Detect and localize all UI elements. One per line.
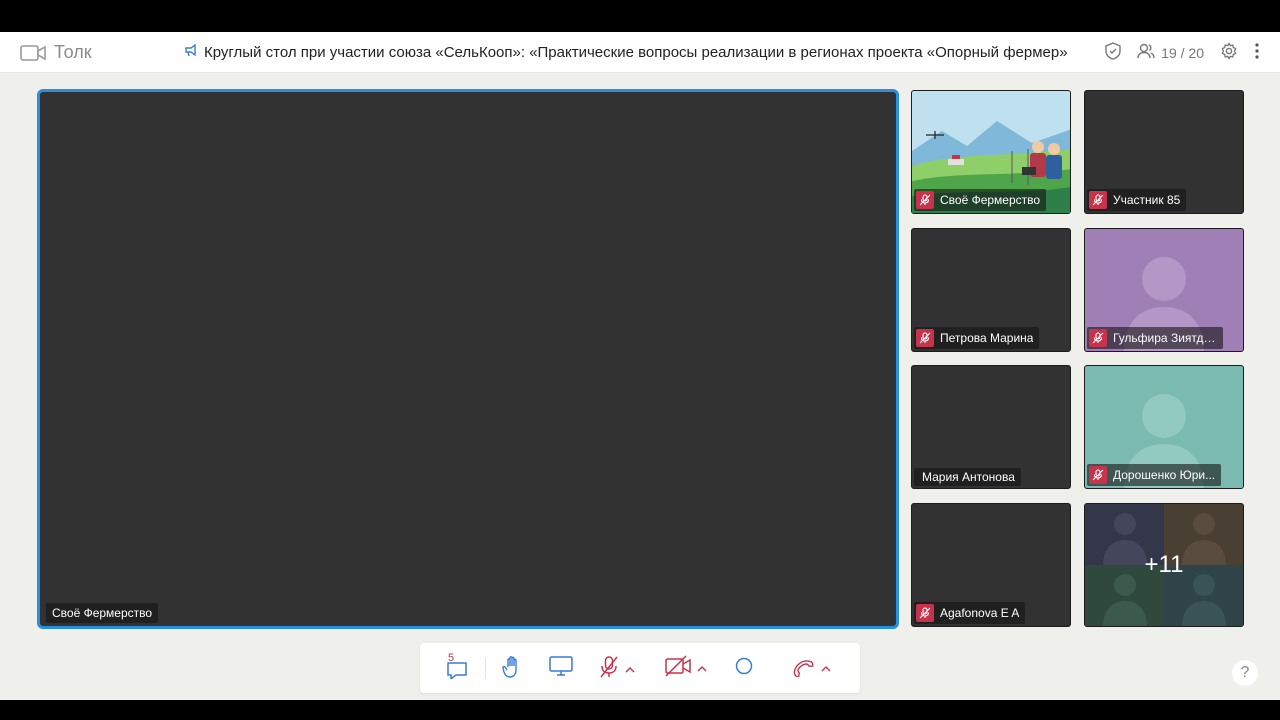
screen-share-icon — [548, 655, 574, 682]
mic-off-icon — [1089, 466, 1107, 484]
megaphone-icon — [184, 43, 198, 61]
mic-off-icon — [1089, 329, 1107, 347]
participant-tile[interactable]: Мария Антонова — [911, 365, 1071, 489]
app-name: Толк — [54, 42, 92, 62]
mic-off-icon — [916, 329, 934, 347]
top-bar: Толк Круглый стол при участии союза «Сел… — [0, 32, 1280, 73]
more-participants-tile[interactable]: +11 — [1084, 503, 1244, 627]
hang-up-button[interactable] — [790, 655, 832, 682]
camera-button[interactable] — [664, 655, 708, 682]
mic-off-icon — [916, 191, 934, 209]
main-video-name: Своё Фермерство — [46, 603, 159, 623]
microphone-button[interactable] — [598, 655, 636, 684]
main-video[interactable]: Своё Фермерство — [37, 89, 899, 629]
toolbar-divider — [485, 657, 486, 679]
meeting-title-text: Круглый стол при участии союза «СельКооп… — [204, 43, 1068, 61]
conference-stage: Своё Фермерство Своё Фермерство Участник… — [0, 73, 1280, 700]
chevron-up-icon[interactable] — [624, 661, 636, 679]
mic-off-icon — [598, 655, 620, 684]
users-icon — [1137, 43, 1155, 62]
help-icon: ? — [1240, 664, 1250, 681]
help-button[interactable]: ? — [1232, 660, 1258, 686]
participant-tile[interactable]: Дорошенко Юри... — [1084, 365, 1244, 489]
participant-tile[interactable]: Гульфира Зиятди... — [1084, 228, 1244, 352]
call-toolbar: 5 — [420, 643, 860, 693]
tile-name-tag: Гульфира Зиятди... — [1087, 327, 1223, 349]
tile-name-tag: Agafonova E A — [914, 602, 1026, 624]
participants-button[interactable]: 19 / 20 — [1137, 43, 1204, 62]
participant-tile[interactable]: Своё Фермерство — [911, 90, 1071, 214]
chevron-up-icon[interactable] — [820, 660, 832, 678]
chat-unread-count: 5 — [448, 652, 455, 664]
participant-tile[interactable]: Участник 85 — [1084, 90, 1244, 214]
mic-off-icon — [916, 604, 934, 622]
screen-share-button[interactable] — [548, 655, 574, 682]
raise-hand-button[interactable] — [502, 655, 524, 684]
hand-icon — [502, 655, 524, 684]
tile-name-tag: Дорошенко Юри... — [1087, 464, 1222, 486]
tile-name-tag: Своё Фермерство — [914, 189, 1047, 211]
shield-icon[interactable] — [1105, 42, 1121, 63]
record-icon — [734, 655, 754, 682]
more-vertical-icon[interactable] — [1254, 42, 1260, 63]
tile-name-tag: Участник 85 — [1087, 189, 1187, 211]
camera-icon — [20, 44, 46, 62]
participants-count: 19 / 20 — [1161, 44, 1204, 61]
record-button[interactable] — [734, 655, 754, 682]
more-participants-count: +11 — [1144, 551, 1184, 578]
app-brand: Толк — [20, 42, 92, 63]
participant-tile[interactable]: Agafonova E A — [911, 503, 1071, 627]
tile-name-tag: Петрова Марина — [914, 327, 1040, 349]
gear-icon[interactable] — [1220, 42, 1238, 63]
mic-off-icon — [1089, 191, 1107, 209]
camera-off-icon — [664, 655, 692, 682]
participant-tile[interactable]: Петрова Марина — [911, 228, 1071, 352]
chevron-up-icon[interactable] — [696, 660, 708, 678]
tile-name-tag: Мария Антонова — [914, 468, 1021, 486]
meeting-title: Круглый стол при участии союза «СельКооп… — [184, 43, 1068, 61]
phone-hangup-icon — [790, 655, 816, 682]
